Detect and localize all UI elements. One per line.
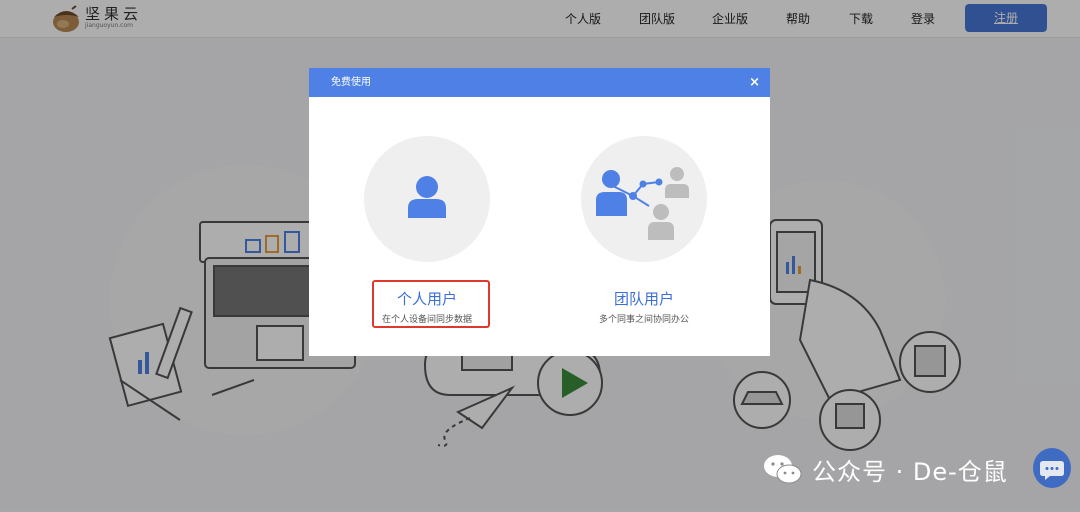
single-user-icon [408,176,446,218]
close-icon[interactable]: × [749,68,760,97]
chat-bubble-icon [1040,461,1064,480]
chat-support-button[interactable] [1033,448,1071,488]
highlight-box [372,280,490,328]
modal-title: 免费使用 [331,77,371,88]
personal-user-circle[interactable] [364,136,490,262]
page: 坚果云 jianguoyun.com 个人版 团队版 企业版 帮助 下载 登录 … [0,0,1080,512]
watermark: 公众号 · De-仓鼠 [762,449,1008,489]
watermark-text: 公众号 · De-仓鼠 [812,457,1008,486]
wechat-icon [764,455,802,484]
modal-header: 免费使用 × [309,68,770,97]
free-use-modal: 免费使用 × 个人用户 在个人设备间同步数据 团队用户 多个同事之间协同办公 [309,68,770,356]
team-user-subtitle: 多个同事之间协同办公 [598,315,689,325]
team-user-circle[interactable] [581,136,707,262]
team-user-title[interactable]: 团队用户 [564,288,724,309]
team-network-icon [596,167,689,240]
